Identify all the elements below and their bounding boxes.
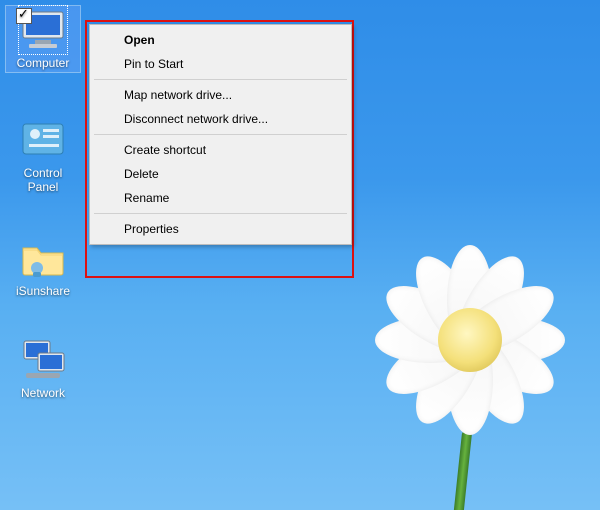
context-menu-item-delete[interactable]: Delete (92, 162, 349, 186)
desktop-icon-network[interactable]: Network (6, 336, 80, 402)
context-menu-item-disconnect-network-drive[interactable]: Disconnect network drive... (92, 107, 349, 131)
context-menu-item-open[interactable]: Open (92, 28, 349, 52)
desktop-icon-label: iSunshare (6, 284, 80, 300)
desktop-icon-label: Control Panel (6, 166, 80, 196)
context-menu-item-rename[interactable]: Rename (92, 186, 349, 210)
network-icon (19, 336, 67, 384)
context-menu-separator (94, 134, 347, 135)
context-menu-separator (94, 79, 347, 80)
flower-stem (450, 430, 472, 510)
desktop-icon-computer[interactable]: Computer (6, 6, 80, 72)
context-menu: Open Pin to Start Map network drive... D… (89, 24, 352, 245)
desktop-icon-label: Network (6, 386, 80, 402)
desktop-icon-control-panel[interactable]: Control Panel (6, 116, 80, 196)
context-menu-item-map-network-drive[interactable]: Map network drive... (92, 83, 349, 107)
desktop-icon-isunshare[interactable]: iSunshare (6, 234, 80, 300)
context-menu-separator (94, 213, 347, 214)
desktop[interactable]: Computer Control Panel iSunshare (0, 0, 600, 510)
context-menu-item-create-shortcut[interactable]: Create shortcut (92, 138, 349, 162)
context-menu-item-properties[interactable]: Properties (92, 217, 349, 241)
folder-icon (19, 234, 67, 282)
control-panel-icon (19, 116, 67, 164)
desktop-icon-label: Computer (6, 56, 80, 72)
selection-check-icon (16, 8, 32, 24)
flower-center (438, 308, 502, 372)
context-menu-item-pin-to-start[interactable]: Pin to Start (92, 52, 349, 76)
